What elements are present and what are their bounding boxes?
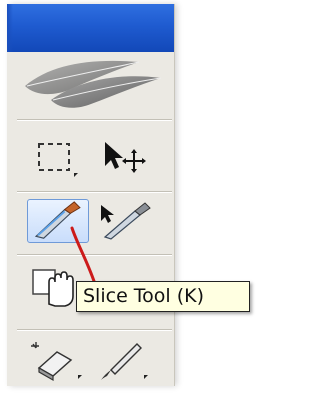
slice-tool[interactable] <box>27 199 89 243</box>
slice-select-tool[interactable] <box>93 199 155 243</box>
arrow-move-icon <box>105 142 146 173</box>
separator <box>17 119 172 121</box>
tooltip: Slice Tool (K) <box>76 281 250 312</box>
panel-title-bar[interactable] <box>7 4 174 52</box>
tools-panel <box>7 4 174 386</box>
eraser-tool[interactable] <box>27 338 89 382</box>
marquee-tool[interactable] <box>27 136 89 180</box>
brush-tool[interactable] <box>93 338 155 382</box>
separator <box>17 329 172 331</box>
knife-icon <box>34 201 81 239</box>
move-tool[interactable] <box>93 136 155 180</box>
knife-arrow-icon <box>101 202 151 240</box>
eraser-icon <box>31 342 82 382</box>
feather-logo-icon <box>21 56 171 114</box>
separator <box>17 254 172 256</box>
brush-icon <box>101 343 148 380</box>
separator <box>17 191 172 193</box>
dashed-rectangle-icon <box>38 143 78 177</box>
